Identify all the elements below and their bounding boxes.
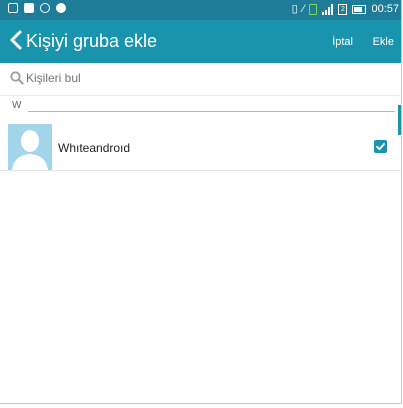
cancel-button[interactable]: İptal <box>332 36 353 48</box>
checkmark-icon <box>376 143 385 151</box>
contact-row[interactable]: Whıteandroıd <box>0 124 401 171</box>
section-divider <box>28 111 395 112</box>
message-icon <box>24 3 34 13</box>
search-input[interactable] <box>26 71 326 85</box>
add-button[interactable]: Ekle <box>373 36 394 48</box>
battery-icon <box>352 5 367 14</box>
battery-charging-icon <box>309 4 318 15</box>
signal-icon <box>322 4 334 15</box>
status-system: ▯ ⁄ 2 00:57 <box>292 3 399 16</box>
screen: ▯ ⁄ 2 00:57 Kişiyi gruba ekle İptal Ekle… <box>0 0 402 404</box>
search-icon <box>10 71 24 85</box>
page-title: Kişiyi gruba ekle <box>26 31 158 51</box>
sim-icon: 2 <box>338 4 348 15</box>
person-silhouette-icon <box>12 130 48 170</box>
vibrate-icon: ▯ <box>291 3 298 15</box>
back-arrow-icon[interactable] <box>8 29 24 51</box>
avatar <box>8 124 52 170</box>
status-time: 00:57 <box>371 3 399 15</box>
search-bar[interactable] <box>0 63 401 96</box>
section-header-letter: W <box>12 100 22 111</box>
status-bar: ▯ ⁄ 2 00:57 <box>0 0 401 20</box>
app-bar: Kişiyi gruba ekle İptal Ekle <box>0 20 401 63</box>
contact-checkbox[interactable] <box>374 140 387 153</box>
app-icon <box>56 3 66 13</box>
nfc-icon: ⁄ <box>302 3 305 15</box>
chat-icon <box>40 3 50 13</box>
contact-name: Whıteandroıd <box>58 141 131 155</box>
calendar-icon <box>8 3 18 13</box>
status-notifications <box>8 3 66 13</box>
